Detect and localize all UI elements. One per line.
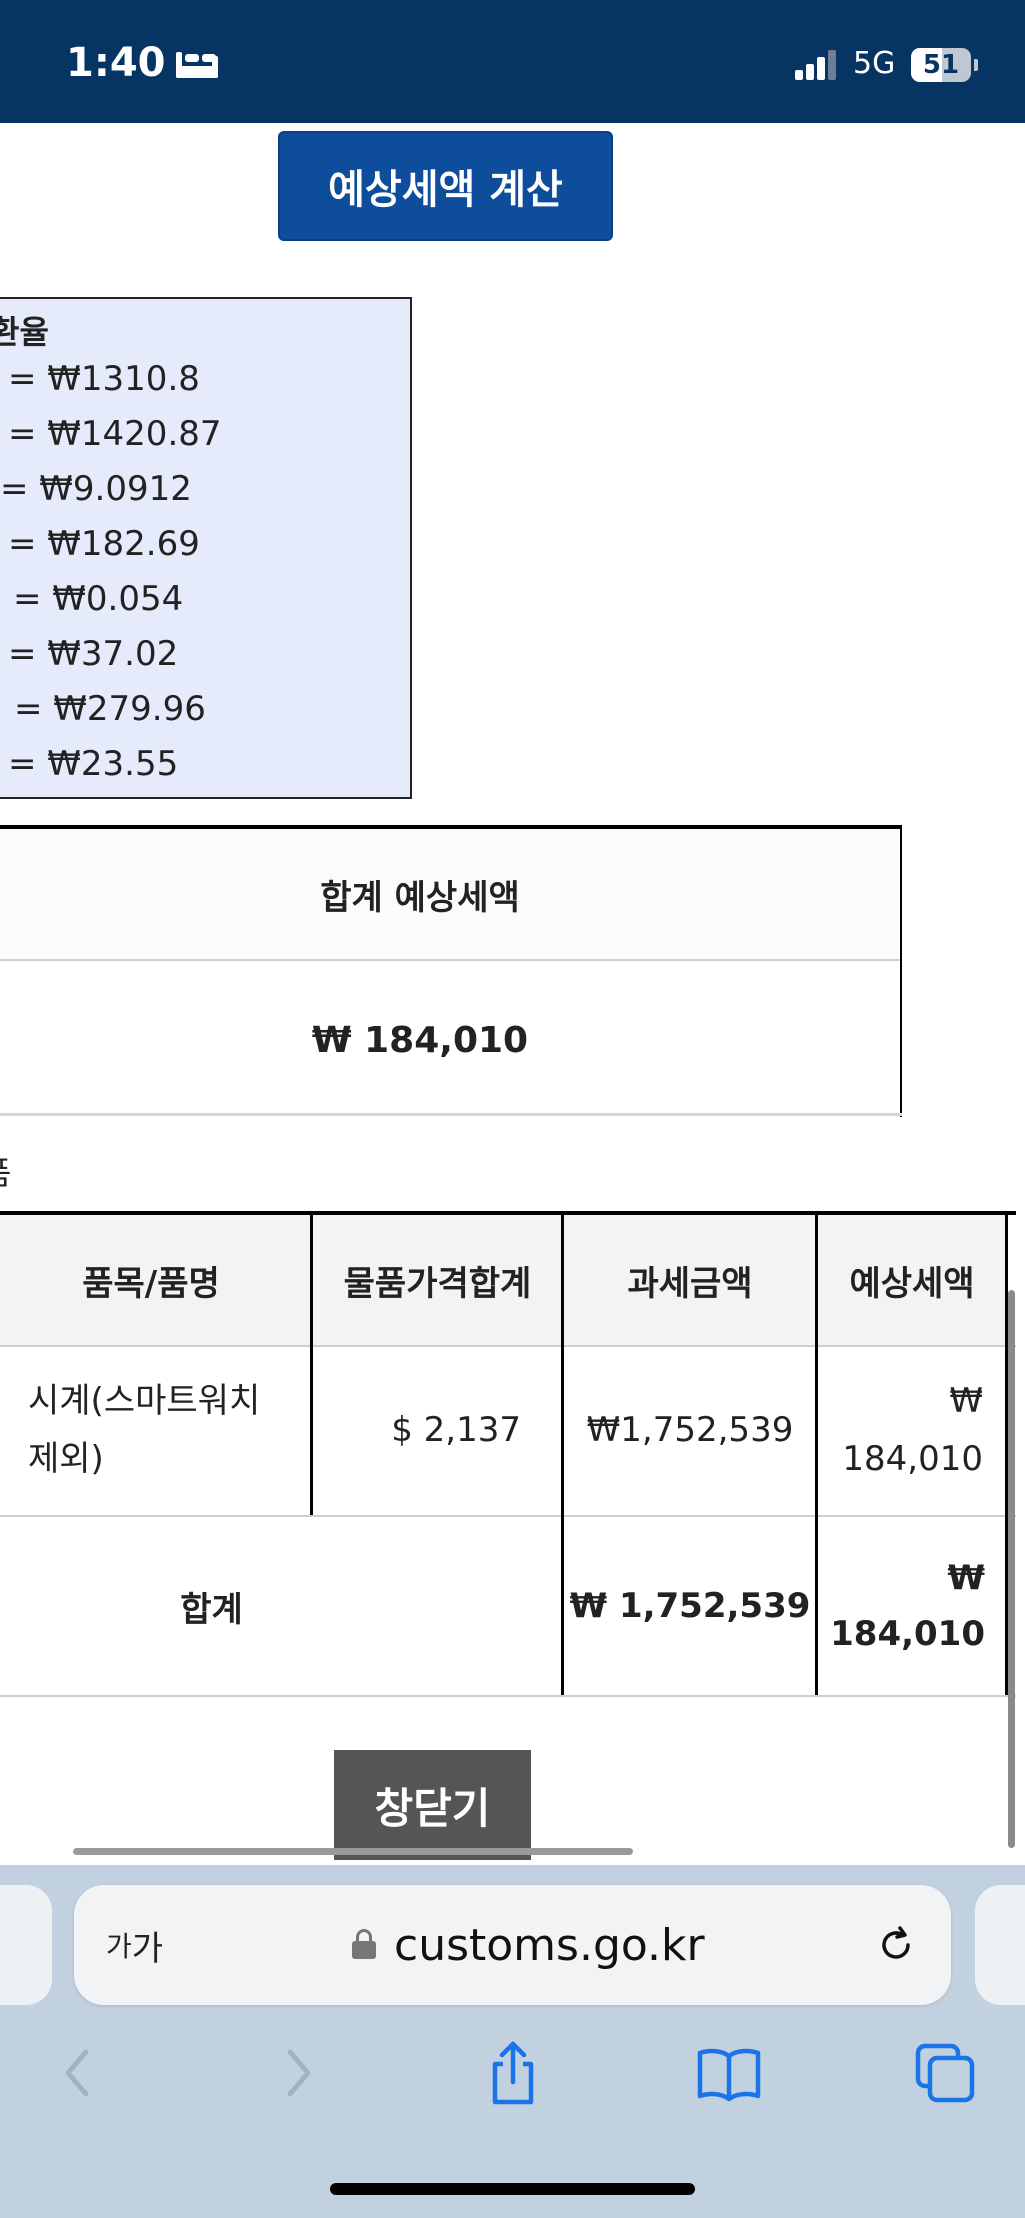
horizontal-scrollbar[interactable]	[73, 1848, 633, 1855]
table-row-divider	[0, 1695, 1016, 1697]
item-tax-cell: ₩ 184,010	[817, 1347, 983, 1513]
total-tax-table: 합계 예상세액 ₩ 184,010	[0, 825, 902, 1117]
exchange-rate-line: = ₩9.0912	[0, 469, 192, 509]
total-row-tax-amount: 184,010	[830, 1614, 985, 1654]
forward-icon[interactable]	[264, 2038, 334, 2108]
bookmarks-icon[interactable]	[694, 2038, 764, 2108]
battery-icon: 51	[911, 48, 978, 82]
total-tax-value: ₩ 184,010	[311, 1019, 529, 1061]
column-header-price: 물품가격합계	[312, 1215, 563, 1345]
item-name-line2: 제외)	[28, 1439, 104, 1479]
total-row-label: 합계	[180, 1589, 243, 1630]
item-price-cell: $ 2,137	[391, 1410, 521, 1450]
battery-percent: 51	[922, 50, 960, 80]
item-detail-table: 품목/품명 물품가격합계 과세금액 예상세액 시계(스마트워치 제외) $ 2,…	[0, 1211, 1016, 1697]
share-icon[interactable]	[478, 2038, 548, 2108]
item-taxable-cell: ₩1,752,539	[586, 1410, 794, 1450]
status-time: 1:40	[66, 40, 218, 86]
table-column-divider	[561, 1215, 564, 1695]
table-row-divider	[0, 1515, 1016, 1517]
total-row-taxable: ₩ 1,752,539	[569, 1586, 811, 1626]
exchange-rate-line: = ₩1310.8	[8, 359, 200, 399]
close-window-button[interactable]: 창닫기	[334, 1750, 531, 1860]
network-type: 5G	[853, 46, 896, 81]
table-column-divider	[815, 1215, 818, 1695]
lock-icon	[352, 1929, 376, 1959]
exchange-rate-title: 환율	[0, 313, 49, 351]
status-bar: 1:40 5G 51	[0, 0, 1025, 123]
section-label: 품	[0, 1148, 11, 1194]
back-icon[interactable]	[42, 2038, 112, 2108]
exchange-rate-line: = ₩1420.87	[8, 414, 222, 454]
cellular-signal-icon	[795, 50, 839, 80]
text-size-small-glyph: 가	[106, 1930, 132, 1963]
total-tax-header: 합계 예상세액	[0, 829, 900, 961]
address-bar[interactable]: 가 가 customs.go.kr	[74, 1885, 951, 2005]
total-row-tax-cell: ₩ 184,010	[817, 1517, 985, 1695]
sleep-focus-icon	[175, 48, 218, 78]
vertical-scrollbar[interactable]	[1008, 1290, 1015, 1848]
calculate-tax-button[interactable]: 예상세액 계산	[278, 131, 613, 241]
item-name-cell: 시계(스마트워치 제외)	[28, 1347, 308, 1513]
clock-text: 1:40	[66, 40, 166, 86]
exchange-rate-line: = ₩182.69	[8, 524, 200, 564]
item-name-line1: 시계(스마트워치	[28, 1381, 261, 1421]
text-size-large-glyph: 가	[131, 1928, 164, 1969]
exchange-rate-line: = ₩37.02	[8, 634, 179, 674]
tabs-icon[interactable]	[910, 2038, 980, 2108]
next-tab-preview[interactable]	[975, 1885, 1025, 2005]
url-text[interactable]: customs.go.kr	[394, 1885, 705, 2005]
table-row-divider	[0, 1345, 1016, 1347]
home-indicator[interactable]	[330, 2183, 695, 2195]
total-row-tax-symbol: ₩	[947, 1558, 985, 1598]
table-column-divider	[310, 1215, 313, 1515]
column-header-item: 품목/품명	[0, 1215, 312, 1345]
exchange-rate-panel: 환율 = ₩1310.8 = ₩1420.87 = ₩9.0912 = ₩182…	[0, 297, 412, 799]
text-size-button[interactable]: 가 가	[106, 1885, 163, 2005]
item-tax-amount: 184,010	[842, 1439, 983, 1479]
exchange-rate-line: = ₩279.96	[14, 689, 206, 729]
reload-icon[interactable]	[874, 1923, 918, 1967]
exchange-rate-line: = ₩23.55	[8, 744, 179, 784]
exchange-rate-line: = ₩0.054	[13, 579, 184, 619]
table-divider	[0, 1113, 902, 1116]
item-tax-symbol: ₩	[949, 1381, 983, 1421]
previous-tab-preview[interactable]	[0, 1885, 52, 2005]
column-header-tax: 예상세액	[817, 1215, 1007, 1345]
column-header-taxable: 과세금액	[563, 1215, 817, 1345]
